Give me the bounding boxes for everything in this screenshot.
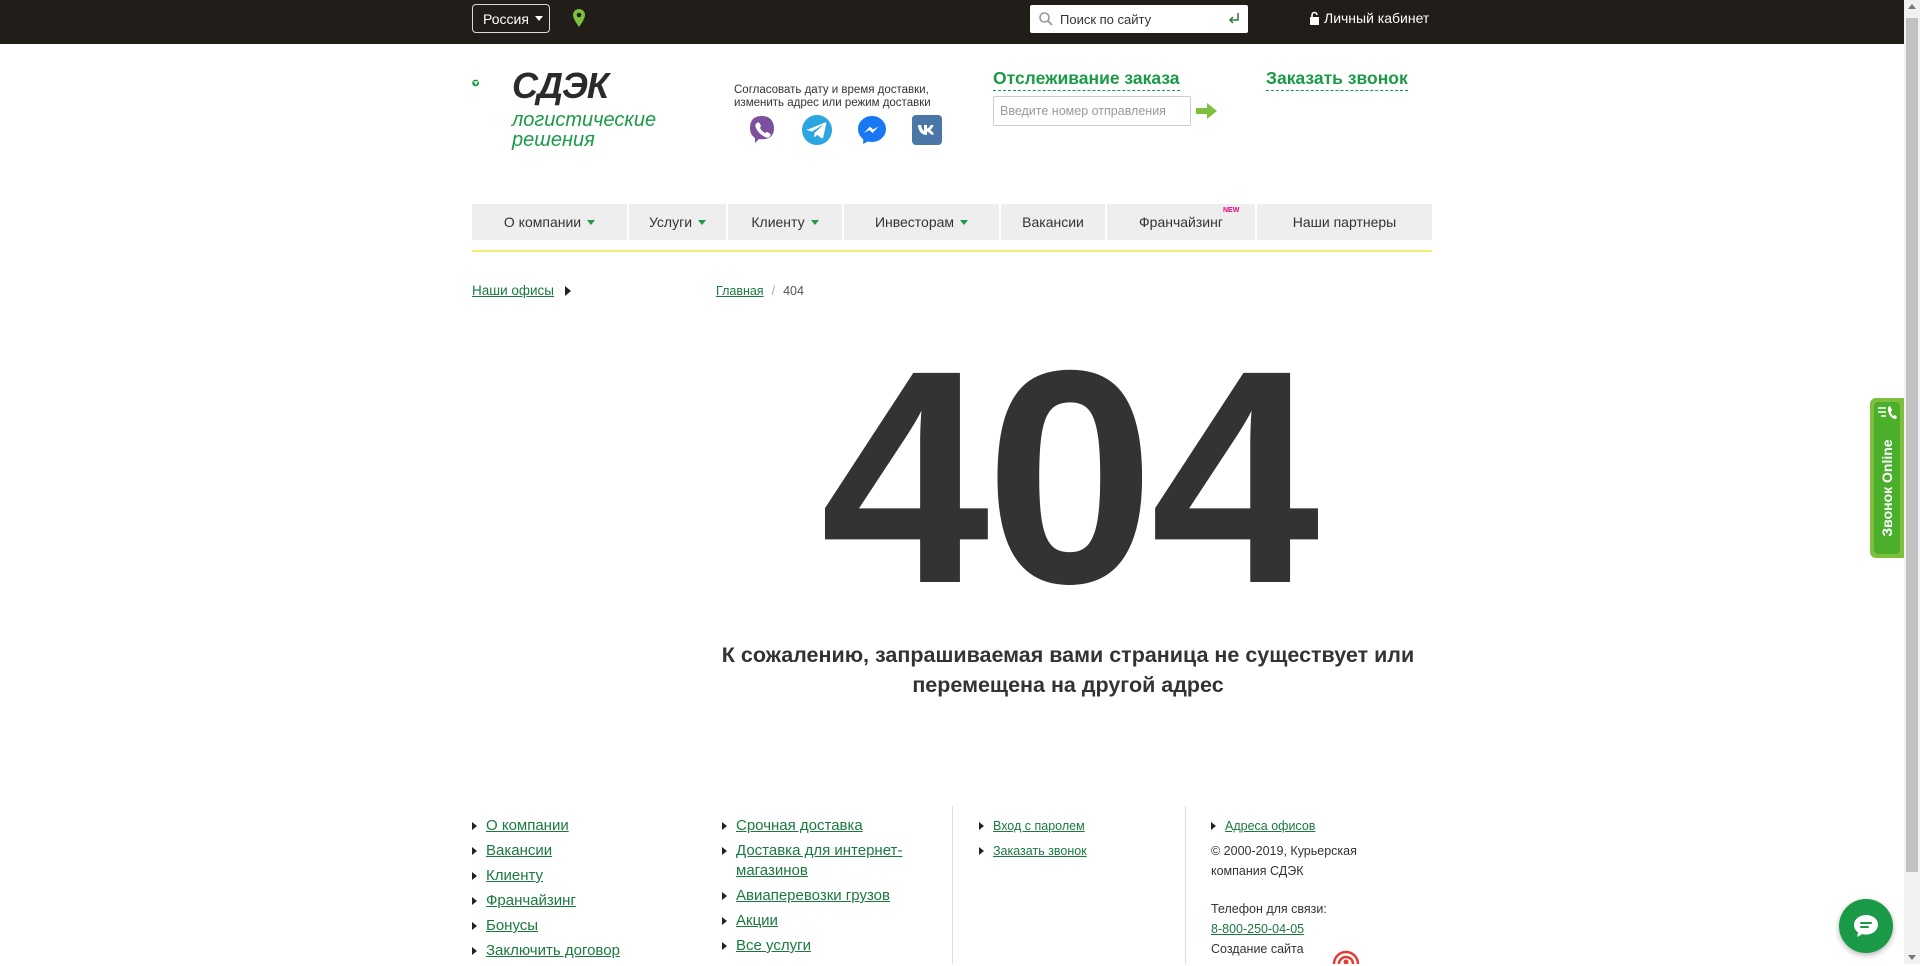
lock-icon (1310, 11, 1319, 25)
nav-item-partners[interactable]: Наши партнеры (1257, 204, 1432, 240)
enter-icon[interactable] (1228, 12, 1240, 25)
nav-item-label: Франчайзинг (1139, 214, 1223, 230)
chevron-down-icon (698, 219, 707, 225)
nav-item-services[interactable]: Услуги (629, 204, 728, 240)
footer-divider (952, 806, 953, 964)
nav-item-label: Клиенту (751, 214, 805, 230)
main-nav: О компании Услуги Клиенту Инвесторам Вак… (472, 204, 1432, 240)
footer-link-offices[interactable]: Адреса офисов (1211, 816, 1371, 836)
cabinet-label: Личный кабинет (1324, 10, 1430, 26)
footer-link[interactable]: Заключить договор (472, 941, 620, 961)
nav-item-label: Наши партнеры (1292, 214, 1397, 230)
tracking-number-input[interactable] (993, 96, 1191, 126)
chat-icon (1854, 915, 1878, 937)
footer-link[interactable]: Все услуги (722, 936, 906, 956)
footer-column-contacts: Адреса офисов © 2000-2019, Курьерская ко… (1211, 816, 1371, 959)
nav-item-label: Услуги (648, 214, 693, 230)
copyright: © 2000-2019, Курьерская компания СДЭК (1211, 844, 1357, 878)
phone-link[interactable]: 8-800-250-04-05 (1211, 919, 1371, 939)
breadcrumb-current: 404 (783, 284, 804, 298)
error-code: 404 (820, 308, 1319, 647)
breadcrumb-home[interactable]: Главная (716, 284, 764, 298)
nav-item-franchise[interactable]: Франчайзинг NEW (1107, 204, 1257, 240)
slogan-line2: решения (512, 129, 595, 151)
country-select[interactable]: Россия (472, 4, 550, 33)
chevron-down-icon (810, 219, 819, 225)
top-bar: Россия Личный кабинет (0, 0, 1904, 44)
call-online-widget[interactable]: Звонок Online (1870, 398, 1904, 558)
chevron-down-icon (534, 16, 543, 21)
scrollbar-thumb[interactable] (1906, 18, 1918, 872)
viber-icon[interactable] (746, 114, 778, 146)
cdek-logo-icon[interactable] (472, 68, 512, 108)
telegram-icon[interactable] (801, 114, 833, 146)
chevron-down-icon (960, 219, 969, 225)
footer-link[interactable]: Вакансии (472, 841, 620, 861)
nav-item-vacancies[interactable]: Вакансии (1001, 204, 1107, 240)
error-message: К сожалению, запрашиваемая вами страница… (721, 643, 1415, 697)
personal-cabinet-link[interactable]: Личный кабинет (1309, 10, 1429, 26)
footer-column-services: Срочная доставка Доставка для интернет-м… (722, 816, 906, 961)
our-offices-link[interactable]: Наши офисы (472, 283, 554, 298)
scroll-down-icon[interactable] (1908, 955, 1916, 960)
scroll-up-icon[interactable] (1908, 4, 1916, 9)
nav-item-client[interactable]: Клиенту (728, 204, 844, 240)
nav-item-label: Вакансии (1022, 214, 1084, 230)
order-tracking-title[interactable]: Отслеживание заказа (993, 68, 1180, 91)
nav-item-label: О компании (503, 214, 582, 230)
footer-link[interactable]: Заказать звонок (979, 841, 1087, 861)
footer-column-account: Вход с паролем Заказать звонок (979, 816, 1087, 866)
arrow-right-icon (565, 286, 571, 296)
arrow-right-icon[interactable] (1196, 102, 1218, 120)
messenger-icon[interactable] (856, 114, 888, 146)
phone-icon (1878, 406, 1897, 419)
call-widget-label: Звонок Online (1879, 439, 1895, 537)
breadcrumb-separator: / (771, 284, 776, 298)
footer-link[interactable]: Клиенту (472, 866, 620, 886)
chevron-down-icon (587, 219, 596, 225)
footer-link[interactable]: О компании (472, 816, 620, 836)
footer-link[interactable]: Бонусы (472, 916, 620, 936)
location-pin-icon[interactable] (573, 9, 585, 27)
messengers-note: Согласовать дату и время доставки, измен… (734, 84, 931, 109)
footer-link[interactable]: Срочная доставка (722, 816, 906, 836)
nav-item-label: Инвесторам (874, 214, 955, 230)
footer-link[interactable]: Доставка для интернет-магазинов (722, 841, 906, 881)
nav-item-investors[interactable]: Инвесторам (844, 204, 1001, 240)
breadcrumb: Главная / 404 (716, 284, 804, 298)
nav-divider (472, 250, 1432, 252)
footer-divider (1185, 806, 1186, 964)
chat-button[interactable] (1839, 899, 1893, 953)
vk-icon[interactable] (911, 114, 943, 146)
search-icon (1039, 12, 1053, 26)
order-call-link[interactable]: Заказать звонок (1266, 68, 1408, 91)
footer-link[interactable]: Вход с паролем (979, 816, 1087, 836)
footer-column-company: О компании Вакансии Клиенту Франчайзинг … (472, 816, 620, 966)
logo-wordmark[interactable]: СДЭК (512, 68, 609, 104)
logo-slogan: логистические решения (512, 110, 656, 150)
developer-logo-icon[interactable] (1330, 946, 1362, 964)
site-search (1030, 5, 1248, 33)
nav-item-about[interactable]: О компании (472, 204, 629, 240)
country-label: Россия (483, 10, 529, 27)
search-input[interactable] (1058, 10, 1222, 28)
new-badge: NEW (1223, 207, 1240, 214)
footer-link[interactable]: Акции (722, 911, 906, 931)
slogan-line1: логистические (512, 109, 657, 131)
footer-link[interactable]: Франчайзинг (472, 891, 620, 911)
footer-link[interactable]: Авиаперевозки грузов (722, 886, 906, 906)
phone-label: Телефон для связи: (1211, 902, 1327, 916)
